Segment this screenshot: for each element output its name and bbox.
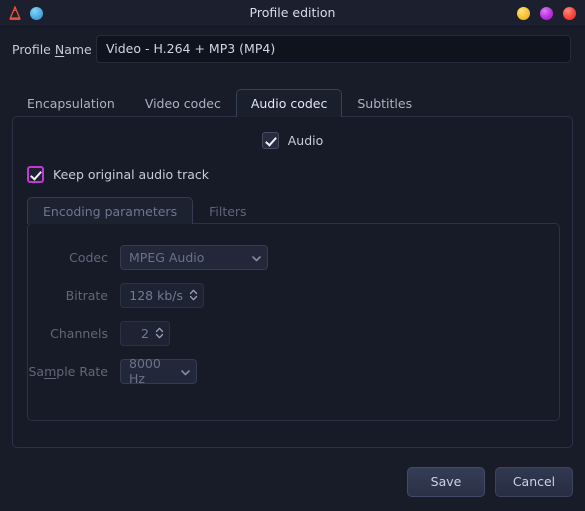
channels-row: Channels 2 (28, 320, 170, 346)
keep-original-audio-track-label: Keep original audio track (53, 167, 209, 182)
bitrate-spinbox[interactable]: 128 kb/s (120, 282, 204, 308)
bitrate-label: Bitrate (65, 287, 108, 303)
window-controls (517, 0, 576, 26)
minimize-button[interactable] (517, 6, 530, 20)
channels-spinbox[interactable]: 2 (120, 320, 170, 346)
tab-audio-codec[interactable]: Audio codec (235, 89, 343, 117)
profile-name-label-prefix: Profile (12, 42, 55, 57)
sample-rate-label-mnemonic: m (44, 363, 57, 379)
blue-circle-icon (30, 6, 43, 20)
profile-name-label-mnemonic: N (54, 42, 65, 57)
codec-combobox-value: MPEG Audio (129, 249, 205, 265)
save-button[interactable]: Save (407, 467, 485, 497)
sample-rate-row: Sample Rate 8000 Hz (28, 356, 197, 386)
sample-rate-combobox[interactable]: 8000 Hz (120, 356, 197, 386)
profile-name-row: Profile Name Video - H.264 + MP3 (MP4) (0, 33, 585, 67)
audio-enable-row[interactable]: Audio (13, 132, 572, 149)
dialog-button-bar: Save Cancel (407, 467, 573, 497)
bitrate-spinbox-value: 128 kb/s (129, 287, 183, 303)
tab-video-codec[interactable]: Video codec (130, 89, 236, 117)
window-title: Profile edition (249, 5, 336, 20)
close-button[interactable] (563, 6, 576, 20)
maximize-button[interactable] (540, 6, 553, 20)
title-bar-left-icons (8, 0, 43, 26)
title-bar: Profile edition (0, 0, 585, 27)
profile-name-label: Profile Name (12, 33, 92, 67)
tab-encapsulation[interactable]: Encapsulation (12, 89, 130, 117)
chevron-down-icon (180, 366, 191, 377)
channels-label: Channels (50, 325, 108, 341)
keep-original-audio-track-checkbox[interactable] (27, 166, 44, 183)
encoding-sub-tab-bar: Encoding parameters Filters (27, 197, 263, 224)
codec-combobox[interactable]: MPEG Audio (120, 244, 268, 270)
vlc-cone-icon (8, 5, 22, 21)
codec-label: Codec (69, 249, 108, 265)
subtab-encoding-parameters[interactable]: Encoding parameters (27, 197, 194, 224)
keep-original-audio-track-row[interactable]: Keep original audio track (27, 166, 209, 183)
bitrate-row: Bitrate 128 kb/s (28, 282, 204, 308)
tab-subtitles[interactable]: Subtitles (342, 89, 427, 117)
profile-name-input[interactable]: Video - H.264 + MP3 (MP4) (96, 35, 571, 63)
spinner-up-down-icon[interactable] (155, 326, 164, 340)
sample-rate-label-prefix: Sa (28, 363, 45, 379)
sample-rate-label-suffix: ple Rate (56, 363, 108, 379)
spinner-up-down-icon[interactable] (189, 288, 198, 302)
audio-enable-checkbox[interactable] (261, 132, 279, 149)
sample-rate-combobox-value: 8000 Hz (129, 356, 161, 386)
sample-rate-label: Sample Rate (28, 364, 120, 379)
main-tab-bar: Encapsulation Video codec Audio codec Su… (12, 89, 427, 117)
subtab-filters[interactable]: Filters (193, 197, 262, 224)
audio-codec-panel: Audio Keep original audio track Encoding… (12, 116, 573, 448)
profile-name-label-suffix: ame (64, 42, 92, 57)
chevron-down-icon (251, 252, 262, 263)
codec-row: Codec MPEG Audio (28, 244, 268, 270)
channels-spinbox-value: 2 (141, 325, 149, 341)
cancel-button[interactable]: Cancel (495, 467, 573, 497)
audio-enable-label: Audio (287, 133, 324, 148)
encoding-parameters-groupbox: Codec MPEG Audio Bitrate 128 kb/s Channe… (27, 223, 560, 421)
